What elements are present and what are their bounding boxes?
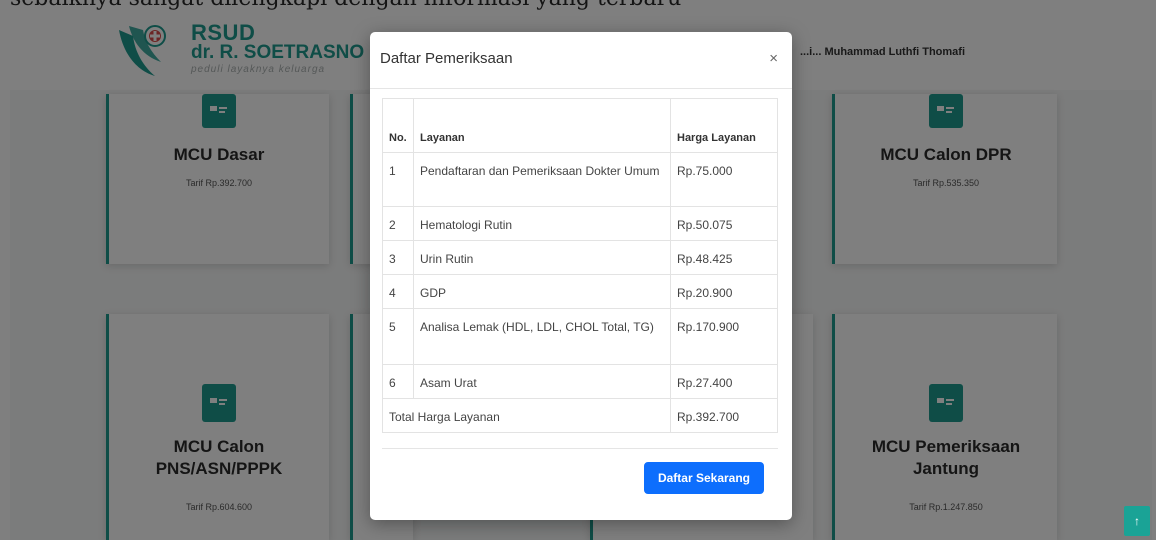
table-row: 2 Hematologi Rutin Rp.50.075 — [382, 206, 778, 241]
row-no: 5 — [382, 308, 414, 365]
row-no: 1 — [382, 152, 414, 207]
table-row: 6 Asam Urat Rp.27.400 — [382, 364, 778, 399]
row-layanan: Analisa Lemak (HDL, LDL, CHOL Total, TG) — [413, 308, 671, 365]
scroll-to-top-button[interactable]: ↑ — [1124, 506, 1150, 536]
row-no: 4 — [382, 274, 414, 309]
row-harga: Rp.50.075 — [670, 206, 778, 241]
header-harga: Harga Layanan — [670, 98, 778, 153]
exam-table: No. Layanan Harga Layanan 1 Pendaftaran … — [382, 98, 778, 433]
row-harga: Rp.75.000 — [670, 152, 778, 207]
arrow-up-icon: ↑ — [1134, 514, 1140, 528]
row-no: 3 — [382, 240, 414, 275]
row-harga: Rp.170.900 — [670, 308, 778, 365]
table-total-row: Total Harga Layanan Rp.392.700 — [382, 398, 778, 433]
row-no: 6 — [382, 364, 414, 399]
table-row: 1 Pendaftaran dan Pemeriksaan Dokter Umu… — [382, 152, 778, 207]
close-icon[interactable]: × — [769, 50, 778, 67]
total-label: Total Harga Layanan — [382, 398, 671, 433]
table-row: 5 Analisa Lemak (HDL, LDL, CHOL Total, T… — [382, 308, 778, 365]
row-layanan: Urin Rutin — [413, 240, 671, 275]
row-harga: Rp.27.400 — [670, 364, 778, 399]
modal-header: Daftar Pemeriksaan × — [370, 32, 792, 89]
row-harga: Rp.20.900 — [670, 274, 778, 309]
table-row: 4 GDP Rp.20.900 — [382, 274, 778, 309]
modal-footer-divider — [382, 448, 778, 449]
table-row: 3 Urin Rutin Rp.48.425 — [382, 240, 778, 275]
row-layanan: Pendaftaran dan Pemeriksaan Dokter Umum — [413, 152, 671, 207]
row-layanan: Hematologi Rutin — [413, 206, 671, 241]
header-layanan: Layanan — [413, 98, 671, 153]
row-layanan: Asam Urat — [413, 364, 671, 399]
header-no: No. — [382, 98, 414, 153]
total-value: Rp.392.700 — [670, 398, 778, 433]
daftar-sekarang-button[interactable]: Daftar Sekarang — [644, 462, 764, 494]
row-no: 2 — [382, 206, 414, 241]
row-layanan: GDP — [413, 274, 671, 309]
modal-title: Daftar Pemeriksaan — [380, 50, 513, 67]
table-header-row: No. Layanan Harga Layanan — [382, 98, 778, 153]
row-harga: Rp.48.425 — [670, 240, 778, 275]
exam-list-modal: Daftar Pemeriksaan × No. Layanan Harga L… — [370, 32, 792, 520]
